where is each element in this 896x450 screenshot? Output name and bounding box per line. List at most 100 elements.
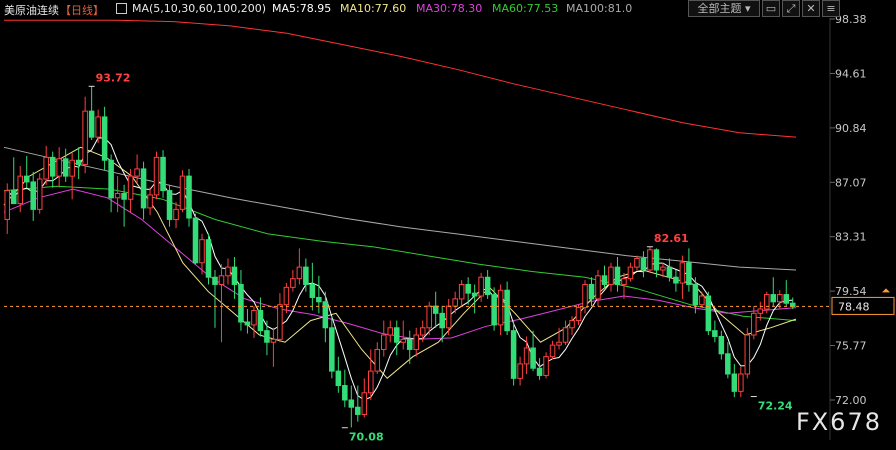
y-tick-label: 79.54 [835, 285, 867, 298]
candle-body [510, 330, 517, 379]
candle-body [82, 110, 88, 166]
candle [277, 293, 283, 343]
candle [348, 385, 355, 428]
candle [471, 284, 478, 314]
candle [4, 183, 11, 234]
candle-body [458, 283, 465, 300]
candle-body [251, 309, 257, 326]
resize-icon-button[interactable]: ⤢ [782, 0, 800, 17]
ma10-line [3, 146, 797, 379]
candle-body [686, 262, 692, 285]
theme-dropdown-button[interactable]: 全部主题 ▾ [688, 0, 760, 17]
candle-body [776, 294, 783, 303]
candle-body [627, 266, 634, 280]
candle [439, 306, 445, 343]
candle [497, 284, 504, 336]
candle [82, 96, 88, 174]
close-icon-button[interactable]: ✕ [802, 0, 820, 17]
candle-body [393, 327, 400, 343]
candle-body [69, 159, 75, 177]
layout-icon-button[interactable]: ▭ [762, 0, 780, 17]
candle [160, 150, 166, 198]
ma5-value: MA5:78.95 [272, 2, 332, 15]
candle [484, 270, 491, 299]
candle [192, 213, 199, 265]
candle-body [718, 335, 725, 355]
candle-body [329, 327, 335, 372]
candle-body [608, 266, 614, 285]
candle-body [303, 266, 309, 285]
candle [244, 309, 251, 334]
extreme-value-label: 82.61 [654, 232, 689, 245]
candlestick-chart: 98.3894.6190.8487.0783.3179.5475.7772.00… [3, 13, 895, 444]
candle-body [517, 363, 523, 379]
candle-body [264, 330, 270, 343]
y-tick-label: 83.31 [835, 231, 867, 244]
candle-body [231, 266, 238, 285]
candle [562, 320, 569, 346]
candle [679, 255, 686, 299]
extreme-value-label: 93.72 [96, 71, 131, 84]
candle-body [225, 266, 231, 277]
candle-body [699, 295, 705, 306]
candle-body [374, 348, 381, 372]
candle-body [601, 275, 608, 285]
candle [62, 148, 69, 182]
candle [608, 262, 614, 292]
candle-body [725, 353, 731, 375]
candle [69, 153, 75, 200]
ma60-value: MA60:77.53 [492, 2, 559, 15]
current-price-label: 78.48 [838, 300, 870, 313]
candle-body [426, 305, 432, 329]
candle-body [36, 178, 43, 210]
candle-body [342, 385, 348, 401]
candle [536, 358, 543, 380]
candle-body [679, 262, 686, 284]
candle-body [147, 194, 153, 209]
candle-body [770, 294, 777, 303]
candle-body [95, 116, 101, 138]
candle [504, 281, 510, 336]
candle-body [257, 309, 264, 332]
candle [166, 184, 173, 227]
candle [705, 291, 712, 336]
candle-body [199, 239, 205, 264]
candle-body [692, 283, 699, 306]
candle [452, 291, 458, 314]
candle [23, 155, 30, 188]
candle-body [186, 175, 192, 219]
candle [374, 342, 381, 375]
candle [731, 363, 738, 398]
candle [173, 202, 179, 229]
candle-body [588, 283, 595, 300]
candle-body [744, 334, 751, 375]
candle-body [43, 156, 49, 180]
candle [445, 298, 452, 336]
candle [186, 168, 192, 227]
watermark: FX678 [795, 408, 882, 436]
extreme-value-label: 70.08 [349, 431, 384, 444]
candle-body [640, 257, 647, 271]
candle-body [192, 217, 199, 264]
candle [238, 270, 244, 331]
price-marker-icon [882, 288, 890, 293]
candle [523, 336, 530, 375]
candle [296, 248, 303, 285]
ma5-line [6, 137, 793, 401]
candle [108, 154, 114, 213]
more-icon-button[interactable]: ≡ [822, 0, 840, 17]
candle [179, 170, 186, 213]
candle-body [101, 116, 108, 161]
ma100-value: MA100:81.0 [566, 2, 633, 15]
candle-body [543, 356, 549, 376]
candle-body [523, 347, 530, 365]
candle-body [582, 283, 588, 309]
candle-body [536, 367, 543, 376]
ma-settings-icon[interactable] [116, 3, 127, 14]
candle-body [783, 294, 790, 304]
candle [686, 248, 692, 292]
candle-body [556, 341, 562, 346]
candle-body [478, 276, 484, 297]
candle-body [10, 190, 17, 205]
candle [290, 270, 296, 292]
